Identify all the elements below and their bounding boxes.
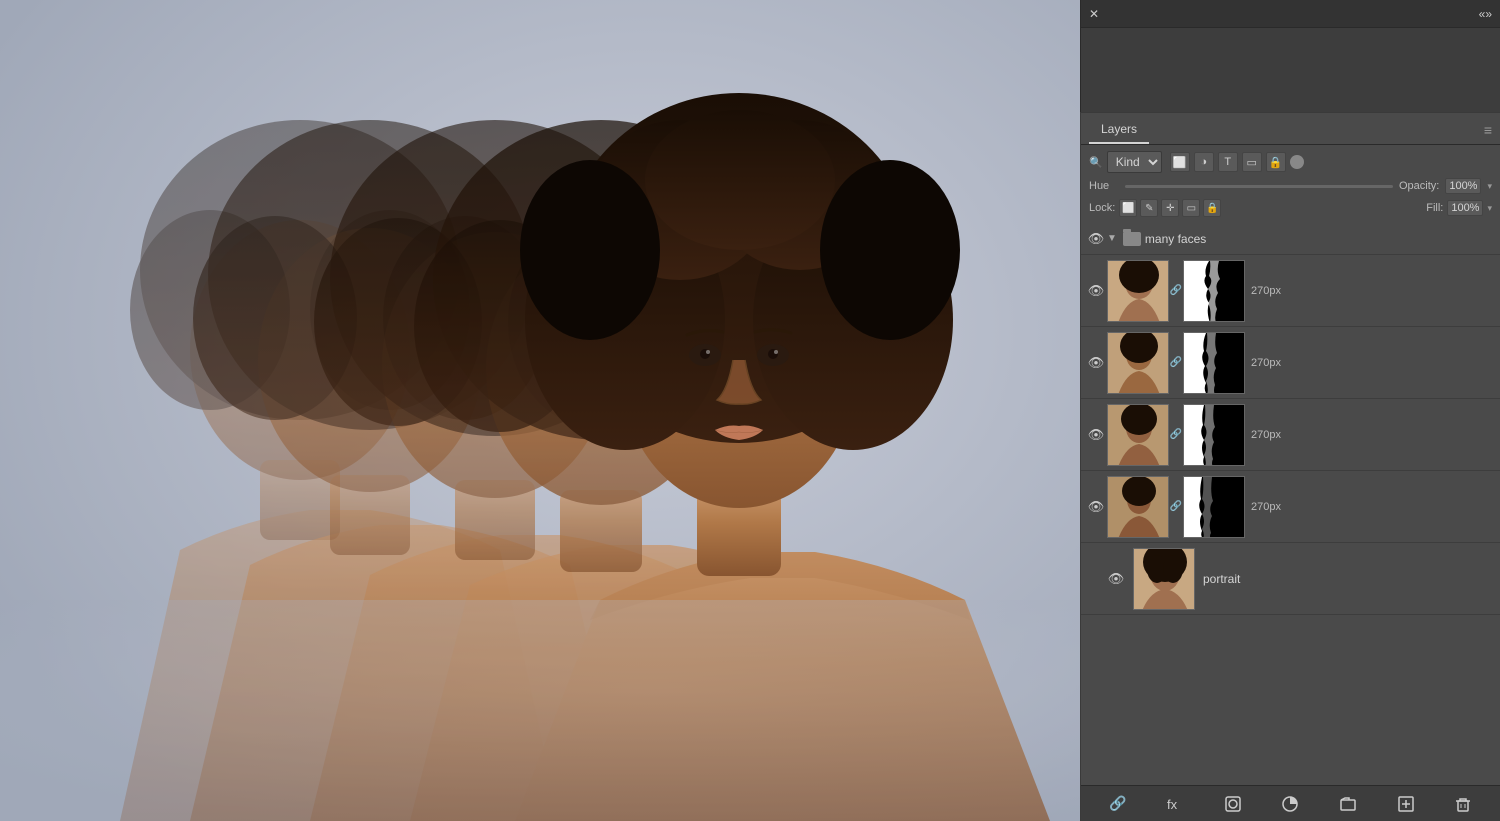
filter-toggle-circle[interactable] bbox=[1290, 155, 1304, 169]
portrait-layer-name: portrait bbox=[1203, 572, 1240, 586]
lock-row: Lock: ⬜ ✎ ✛ ▭ 🔒 Fill: 100% ▾ bbox=[1089, 199, 1492, 217]
fill-section: Fill: 100% ▾ bbox=[1426, 200, 1492, 216]
layer-1-visibility[interactable]: 👁 bbox=[1087, 282, 1105, 300]
close-button[interactable]: ✕ bbox=[1089, 7, 1099, 21]
layer-2-thumbnail bbox=[1107, 332, 1169, 394]
table-row[interactable]: 👁 🔗 270px bbox=[1081, 327, 1500, 399]
filter-adjustment-icon[interactable]: ◑ bbox=[1194, 152, 1214, 172]
opacity-label: Opacity: bbox=[1399, 180, 1439, 192]
table-row[interactable]: 👁 🔗 270px bbox=[1081, 399, 1500, 471]
filter-type-icon[interactable]: T bbox=[1218, 152, 1238, 172]
lock-label: Lock: bbox=[1089, 202, 1115, 214]
lock-position-icon[interactable]: ✎ bbox=[1140, 199, 1158, 217]
layer-4-visibility[interactable]: 👁 bbox=[1087, 498, 1105, 516]
layer-4-chain: 🔗 bbox=[1169, 495, 1183, 519]
layer-4-size: 270px bbox=[1251, 501, 1281, 513]
filter-image-icon[interactable]: ⬜ bbox=[1170, 152, 1190, 172]
filter-shape-icon[interactable]: ▭ bbox=[1242, 152, 1262, 172]
add-mask-button[interactable] bbox=[1222, 793, 1244, 815]
new-layer-button[interactable] bbox=[1395, 793, 1417, 815]
new-adjustment-button[interactable] bbox=[1279, 793, 1301, 815]
layers-panel: Layers ≡ 🔍 Kind ⬜ ◑ T ▭ 🔒 Hue Opacity: bbox=[1080, 112, 1500, 821]
expand-button[interactable]: «» bbox=[1479, 7, 1492, 21]
portrait-layer-visibility[interactable]: 👁 bbox=[1107, 570, 1125, 588]
portrait-layer-thumbnail bbox=[1133, 548, 1195, 610]
layer-3-visibility[interactable]: 👁 bbox=[1087, 426, 1105, 444]
group-row[interactable]: 👁 ▼ many faces bbox=[1081, 223, 1500, 255]
portrait-layer-row[interactable]: 👁 portrait bbox=[1081, 543, 1500, 615]
blend-mode-label: Hue bbox=[1089, 180, 1119, 192]
panel-tab-bar: Layers ≡ bbox=[1081, 113, 1500, 145]
lock-pixels-icon[interactable]: ⬜ bbox=[1119, 199, 1137, 217]
lock-icons: ⬜ ✎ ✛ ▭ 🔒 bbox=[1119, 199, 1221, 217]
filter-smart-icon[interactable]: 🔒 bbox=[1266, 152, 1286, 172]
lock-artboards-icon[interactable]: ✛ bbox=[1161, 199, 1179, 217]
panel-footer: 🔗 fx bbox=[1081, 785, 1500, 821]
canvas-artwork bbox=[0, 0, 1080, 821]
delete-layer-button[interactable] bbox=[1452, 793, 1474, 815]
lock-all-icon[interactable]: 🔒 bbox=[1203, 199, 1221, 217]
opacity-value[interactable]: 100% bbox=[1445, 178, 1481, 194]
filter-row: 🔍 Kind ⬜ ◑ T ▭ 🔒 bbox=[1089, 151, 1492, 173]
layer-3-chain: 🔗 bbox=[1169, 423, 1183, 447]
layers-tab[interactable]: Layers bbox=[1089, 118, 1149, 144]
link-layers-button[interactable]: 🔗 bbox=[1107, 793, 1129, 815]
table-row[interactable]: 👁 🔗 270px bbox=[1081, 255, 1500, 327]
layer-2-visibility[interactable]: 👁 bbox=[1087, 354, 1105, 372]
panel-controls: 🔍 Kind ⬜ ◑ T ▭ 🔒 Hue Opacity: 100% ▾ Loc… bbox=[1081, 145, 1500, 223]
group-name-label: many faces bbox=[1145, 232, 1206, 246]
layers-list: 👁 ▼ many faces 👁 🔗 bbox=[1081, 223, 1500, 785]
fill-chevron[interactable]: ▾ bbox=[1487, 203, 1492, 214]
filter-icons: ⬜ ◑ T ▭ 🔒 bbox=[1170, 152, 1304, 172]
new-group-button[interactable] bbox=[1337, 793, 1359, 815]
layer-1-mask bbox=[1183, 260, 1245, 322]
fill-label: Fill: bbox=[1426, 202, 1443, 214]
layer-styles-button[interactable]: fx bbox=[1164, 793, 1186, 815]
group-chevron[interactable]: ▼ bbox=[1107, 233, 1117, 244]
layer-2-chain: 🔗 bbox=[1169, 351, 1183, 375]
layer-3-size: 270px bbox=[1251, 429, 1281, 441]
filter-kind-select[interactable]: Kind bbox=[1107, 151, 1162, 173]
search-icon: 🔍 bbox=[1089, 156, 1103, 169]
blending-mode-row: Hue Opacity: 100% ▾ bbox=[1089, 178, 1492, 194]
layer-1-size: 270px bbox=[1251, 285, 1281, 297]
group-folder-icon bbox=[1123, 232, 1141, 246]
layer-3-mask bbox=[1183, 404, 1245, 466]
window-controls: ✕ «» bbox=[1081, 0, 1500, 28]
lock-image-icon[interactable]: ▭ bbox=[1182, 199, 1200, 217]
group-visibility-eye[interactable]: 👁 bbox=[1087, 230, 1105, 248]
fill-value[interactable]: 100% bbox=[1447, 200, 1483, 216]
layer-2-size: 270px bbox=[1251, 357, 1281, 369]
svg-text:fx: fx bbox=[1167, 797, 1178, 812]
opacity-chevron[interactable]: ▾ bbox=[1487, 181, 1492, 192]
layer-4-thumbnail bbox=[1107, 476, 1169, 538]
panel-menu-button[interactable]: ≡ bbox=[1484, 122, 1492, 138]
layer-2-mask bbox=[1183, 332, 1245, 394]
table-row[interactable]: 👁 🔗 270px bbox=[1081, 471, 1500, 543]
panel-top-chrome: ✕ «» bbox=[1080, 0, 1500, 112]
layer-1-thumbnail bbox=[1107, 260, 1169, 322]
layer-3-thumbnail bbox=[1107, 404, 1169, 466]
layer-1-chain: 🔗 bbox=[1169, 279, 1183, 303]
blend-mode-slider[interactable] bbox=[1125, 185, 1393, 188]
layer-4-mask bbox=[1183, 476, 1245, 538]
